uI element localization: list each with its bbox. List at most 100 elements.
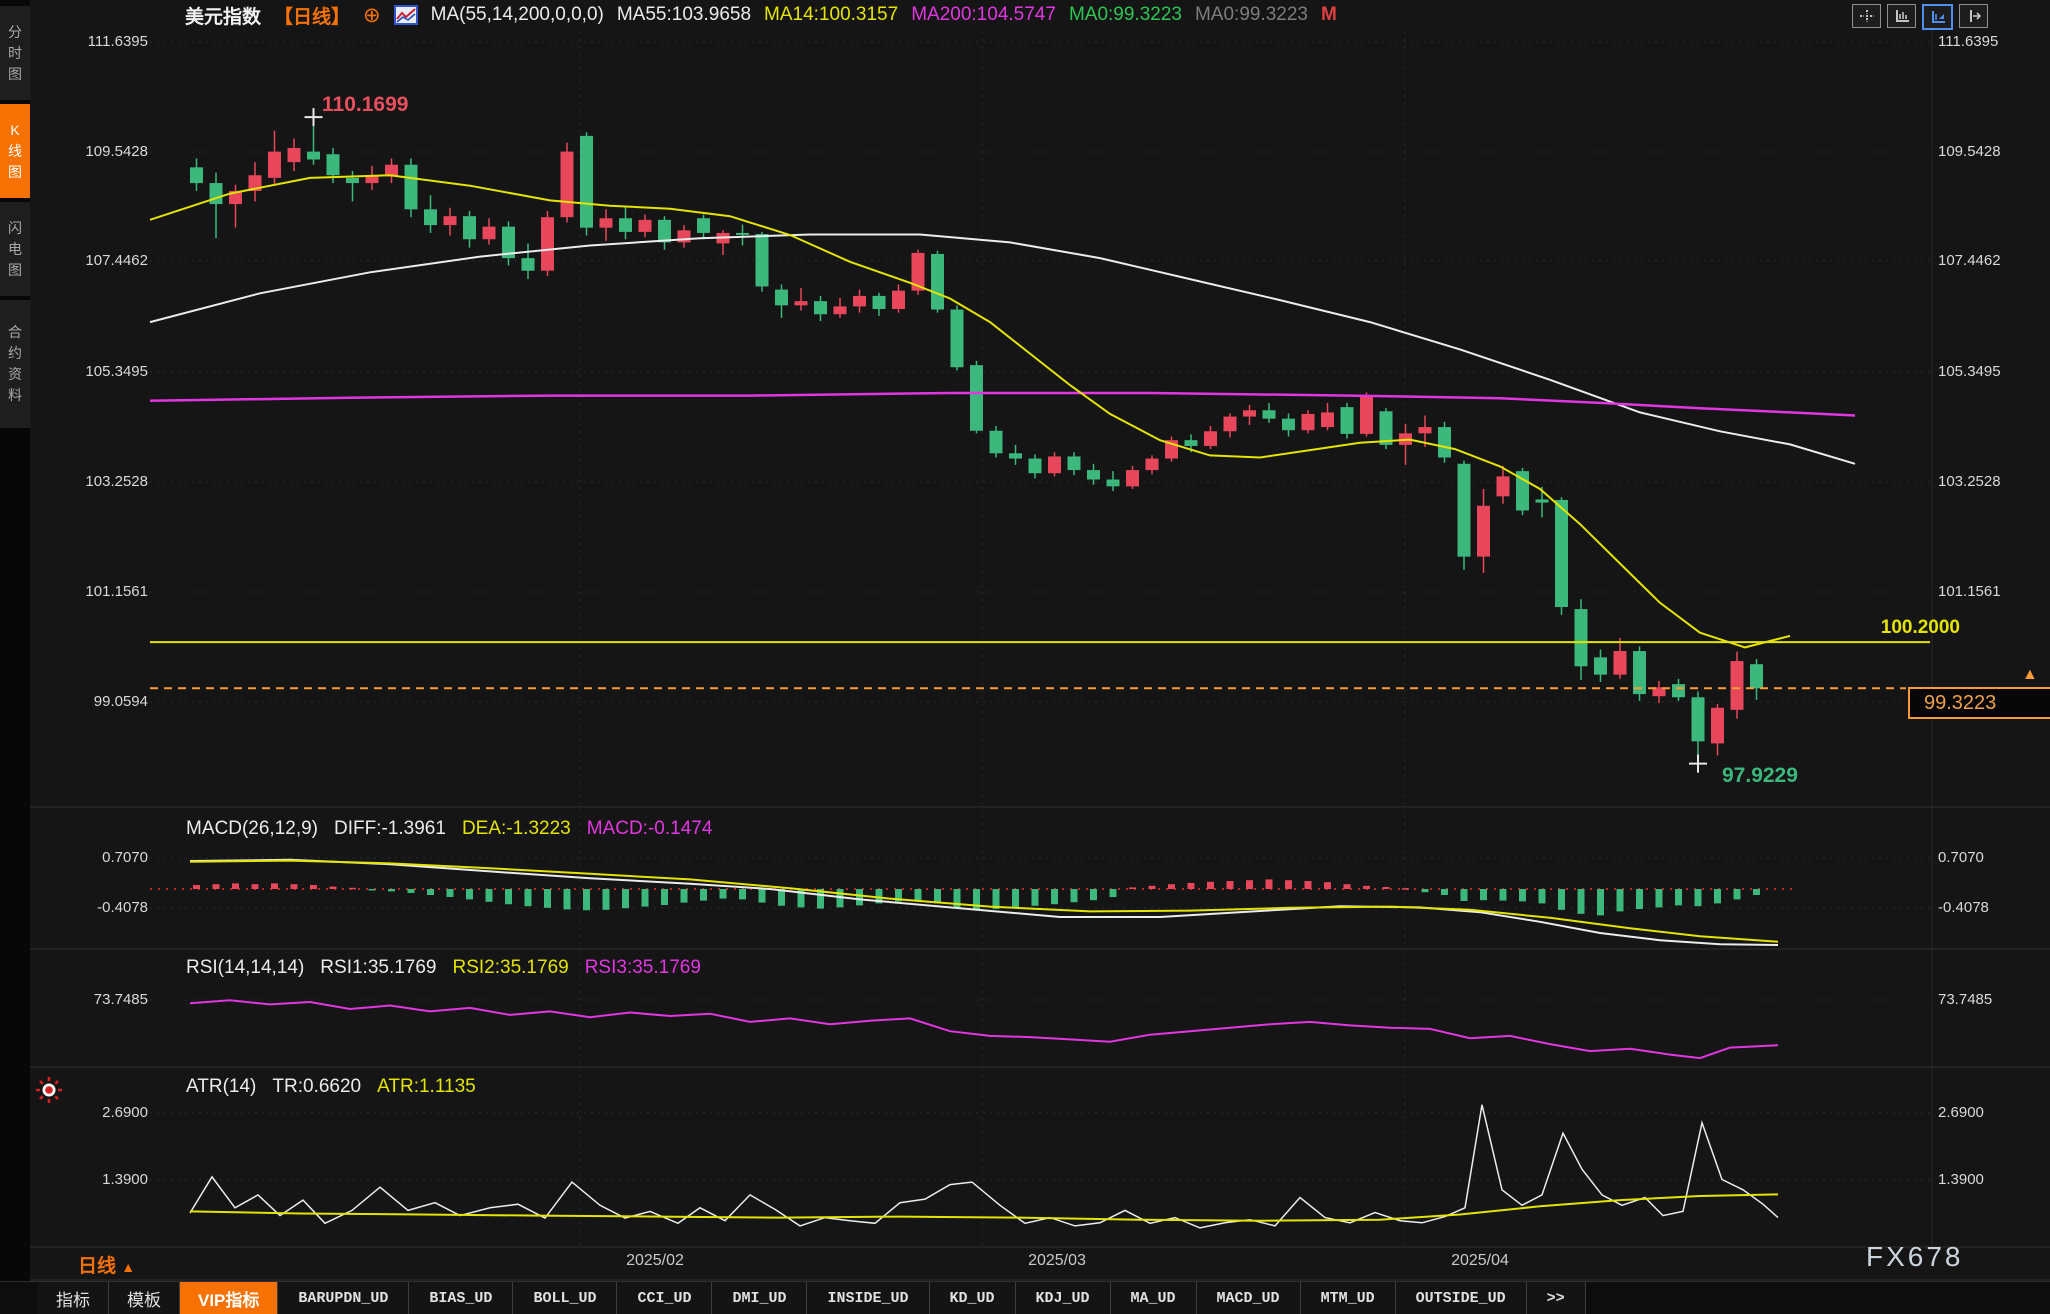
macd-bar [622, 889, 629, 908]
axis-scale-tool-icon[interactable] [1887, 4, 1916, 28]
shift-chart-tool-icon[interactable] [1959, 4, 1988, 28]
rsi1-value: RSI1:35.1769 [320, 957, 436, 979]
candle [327, 154, 340, 175]
macd-bar [1441, 889, 1448, 895]
axis-label-right: 111.6395 [1938, 33, 1998, 50]
candle [1360, 397, 1373, 434]
candle [736, 233, 749, 235]
candle [775, 290, 788, 306]
atr-title: ATR(14) [186, 1076, 256, 1098]
candle [424, 209, 437, 225]
support-line-label: 100.2000 [1760, 617, 1960, 639]
axis-label-left: 103.2528 [84, 473, 148, 490]
toolbar-tab-kdj_ud[interactable]: KDJ_UD [1016, 1282, 1111, 1314]
candle [268, 152, 281, 178]
macd-bar [1227, 881, 1234, 889]
candle [1614, 651, 1627, 675]
toolbar-tab-vip[interactable]: VIP指标 [180, 1282, 278, 1314]
atr-panel-header: ATR(14) TR:0.6620 ATR:1.1135 [186, 1076, 476, 1098]
candle [1321, 412, 1334, 427]
macd-bar [1636, 889, 1643, 909]
toolbar-tab-mtm_ud[interactable]: MTM_UD [1301, 1282, 1396, 1314]
chart-canvas [0, 0, 2050, 1314]
macd-bar [1480, 889, 1487, 900]
axis-scale-tool-active-icon[interactable] [1922, 4, 1953, 30]
macd-bar [1617, 889, 1624, 911]
atr-tr-line [190, 1105, 1778, 1228]
low-price-label: 97.9229 [1722, 764, 1798, 788]
alarm-marker-icon[interactable] [33, 1074, 65, 1106]
toolbar-tab-[interactable]: 模板 [109, 1282, 180, 1314]
macd-bar [1266, 879, 1273, 889]
candle [288, 148, 301, 162]
fx678-watermark: FX678 [1866, 1241, 1964, 1273]
rsi-title: RSI(14,14,14) [186, 957, 304, 979]
macd-bar [564, 889, 571, 909]
macd-bar [369, 889, 376, 891]
macd-panel-header: MACD(26,12,9) DIFF:-1.3961 DEA:-1.3223 M… [186, 818, 712, 840]
macd-macd-value: MACD:-0.1474 [587, 818, 713, 840]
toolbar-tab-boll_ud[interactable]: BOLL_UD [513, 1282, 617, 1314]
macd-bar [915, 889, 922, 901]
candle [1555, 500, 1568, 607]
toolbar-tab-bias_ud[interactable]: BIAS_UD [409, 1282, 513, 1314]
macd-bar [1519, 889, 1526, 901]
toolbar-tab->>[interactable]: >> [1527, 1282, 1586, 1314]
rsi2-value: RSI2:35.1769 [453, 957, 569, 979]
candle [892, 291, 905, 309]
ma0-value-gray: MA0:99.3223 [1195, 4, 1308, 26]
sidebar-item-1[interactable]: K线图 [0, 104, 30, 198]
add-indicator-icon[interactable]: ⊕ [363, 3, 381, 28]
candle [405, 165, 418, 210]
candle [814, 301, 827, 314]
period-selector[interactable]: 日线 ▲ [78, 1251, 135, 1278]
ma-settings: MA(55,14,200,0,0,0) [431, 4, 604, 26]
candle [210, 183, 223, 204]
candle [1029, 459, 1042, 474]
candle [1731, 661, 1744, 710]
macd-bar [193, 885, 200, 889]
macd-bar [1207, 882, 1214, 889]
toolbar-tab-macd_ud[interactable]: MACD_UD [1197, 1282, 1301, 1314]
macd-bar [720, 889, 727, 899]
sidebar-item-3[interactable]: 合约资料 [0, 300, 30, 428]
macd-bar [739, 889, 746, 899]
macd-bar [1071, 889, 1078, 902]
macd-bar [1422, 889, 1429, 892]
high-price-label: 110.1699 [322, 93, 408, 117]
axis-label-right: 73.7485 [1938, 991, 1992, 1008]
candle [1068, 456, 1081, 470]
macd-bar [1032, 889, 1039, 906]
candle [307, 152, 320, 160]
candle [970, 365, 983, 431]
macd-bar [232, 883, 239, 889]
period-tag[interactable]: 【日线】 [274, 2, 350, 29]
macd-bar [349, 888, 356, 890]
trading-app-window: 分时图 K线图闪电图合约资料 美元指数 【日线】 ⊕ MA(55,14,200,0… [0, 0, 2050, 1314]
macd-bar [1753, 889, 1760, 895]
toolbar-tab-inside_ud[interactable]: INSIDE_UD [807, 1282, 929, 1314]
toolbar-tab-[interactable]: 指标 [38, 1282, 109, 1314]
candle [1477, 506, 1490, 557]
macd-bar [271, 883, 278, 889]
candle [580, 136, 593, 228]
macd-bar [603, 889, 610, 910]
sidebar-item-0[interactable]: 分时图 [0, 6, 30, 100]
candle [795, 301, 808, 305]
candle [658, 220, 671, 243]
toolbar-tab-kd_ud[interactable]: KD_UD [930, 1282, 1016, 1314]
sidebar-item-2[interactable]: 闪电图 [0, 202, 30, 296]
macd-bar [427, 889, 434, 895]
toolbar-tab-ma_ud[interactable]: MA_UD [1111, 1282, 1197, 1314]
toolbar-tab-dmi_ud[interactable]: DMI_UD [712, 1282, 807, 1314]
toolbar-tab-barupdn_ud[interactable]: BARUPDN_UD [278, 1282, 409, 1314]
chart-header: 美元指数 【日线】 ⊕ MA(55,14,200,0,0,0) MA55:103… [185, 1, 1337, 29]
atr-tr-value: TR:0.6620 [272, 1076, 361, 1098]
symbol-title: 美元指数 [185, 2, 261, 29]
candle [834, 306, 847, 314]
crosshair-tool-icon[interactable] [1852, 4, 1881, 28]
candle [366, 176, 379, 183]
macd-bar [1656, 889, 1663, 907]
toolbar-tab-cci_ud[interactable]: CCI_UD [617, 1282, 712, 1314]
toolbar-tab-outside_ud[interactable]: OUTSIDE_UD [1396, 1282, 1527, 1314]
